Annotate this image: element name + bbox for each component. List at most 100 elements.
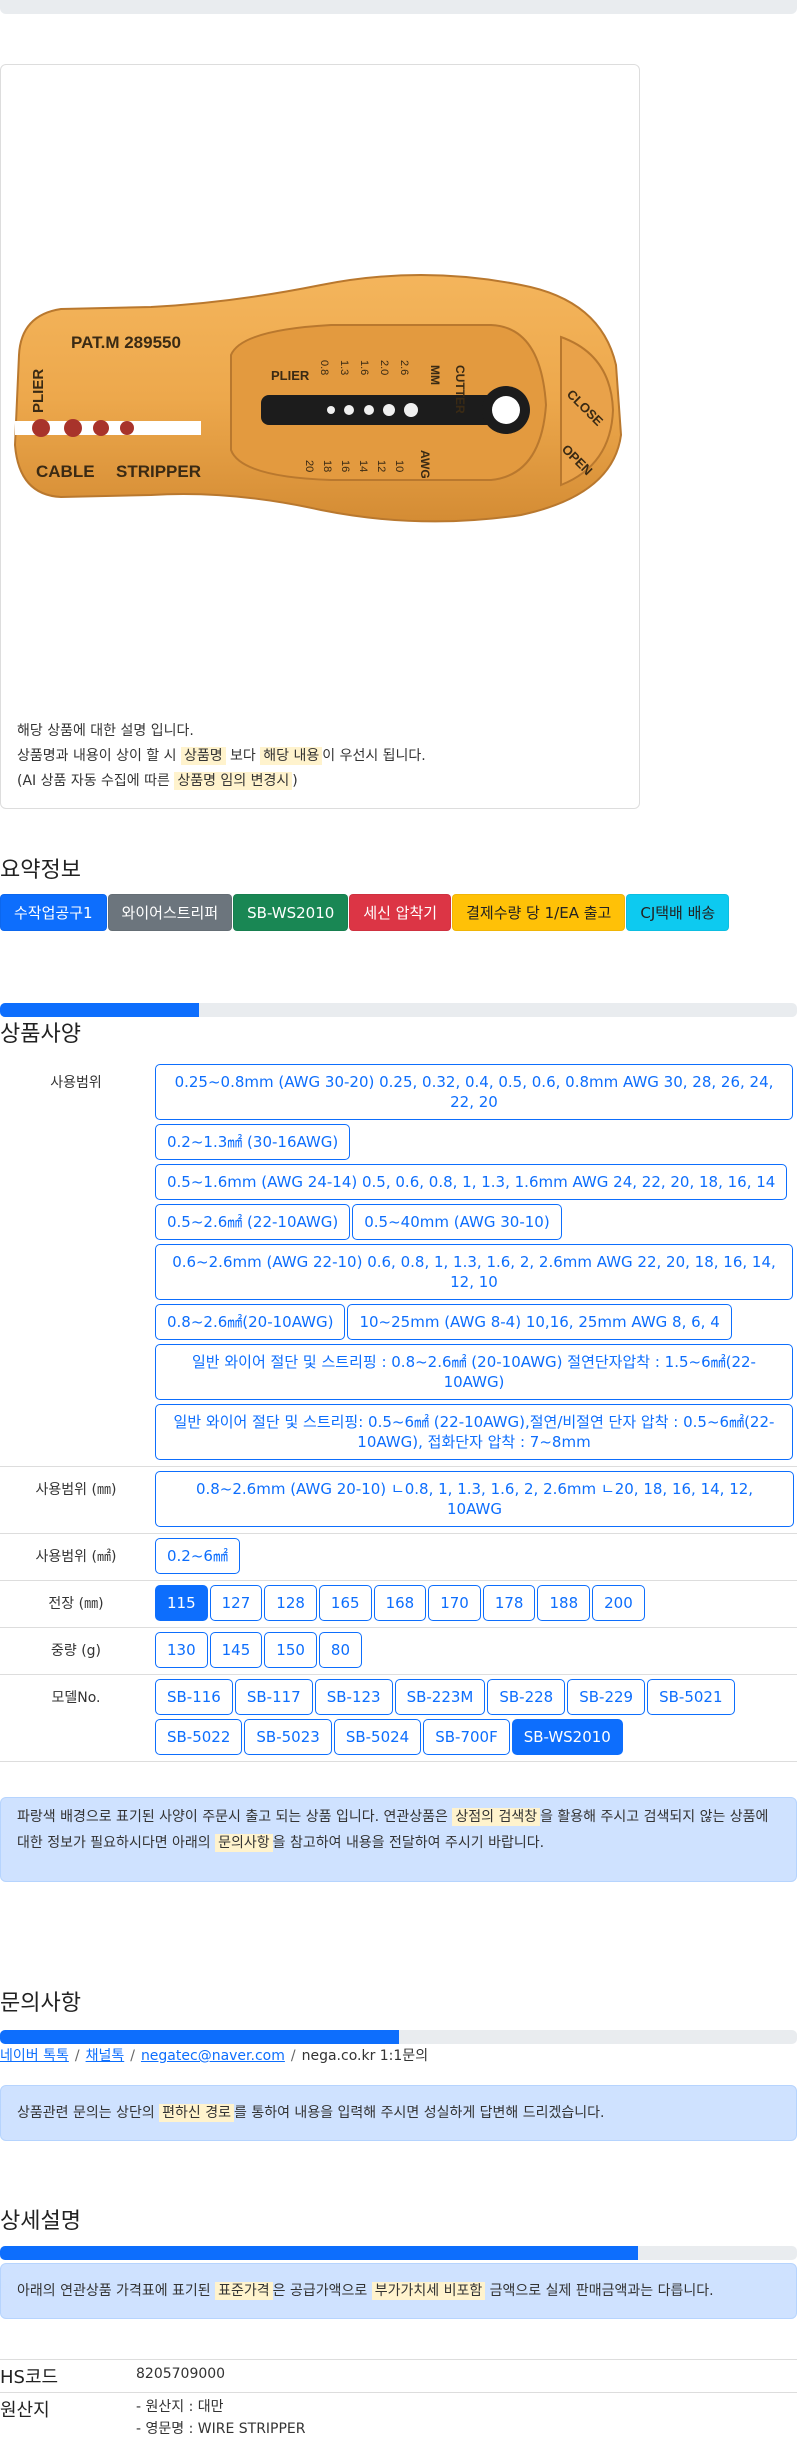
note-text: 파랑색 배경으로 표기된 사양이 주문시 출고 되는 상품 입니다. 연관상품은 — [17, 1809, 453, 1825]
spec-option[interactable]: 0.5~1.6mm (AWG 24-14) 0.5, 0.6, 0.8, 1, … — [155, 1164, 788, 1200]
spec-row: 사용범위 (㎟) 0.2~6㎟ — [0, 1533, 797, 1581]
spec-option[interactable]: 130 — [155, 1632, 208, 1668]
desc-text: 이 우선시 됩니다. — [322, 748, 426, 764]
spec-key: 모델No. — [0, 1674, 152, 1762]
cable-text: CABLE — [36, 462, 95, 481]
spec-option[interactable]: 0.8~2.6㎟(20-10AWG) — [155, 1304, 346, 1340]
spec-option[interactable]: 165 — [318, 1585, 372, 1621]
spec-option[interactable]: SB-700F — [423, 1719, 510, 1755]
spec-title: 상품사양 — [0, 1022, 81, 1047]
spec-option[interactable]: 128 — [264, 1585, 317, 1621]
spec-option[interactable]: SB-123 — [314, 1679, 393, 1715]
summary-title: 요약정보 — [0, 858, 81, 883]
wire-stripper-image: PAT.M 289550 PLIER CABLE STRIPPER PLIER … — [13, 274, 623, 523]
desc-text: 보다 — [225, 748, 261, 764]
spec-option[interactable]: SB-5024 — [333, 1719, 422, 1755]
awg-scale-value: 12 — [375, 460, 387, 472]
origin-english-name: - 영문명 : WIRE STRIPPER — [136, 2421, 306, 2437]
spec-option[interactable]: 일반 와이어 절단 및 스트리핑: 0.5~6㎟ (22-10AWG),절연/비… — [155, 1404, 793, 1460]
spec-values: 115 127 128 165 168 170 178 188 200 — [152, 1580, 797, 1628]
hs-code-value: 8205709000 — [136, 2359, 797, 2393]
channel-talk-link[interactable]: 채널톡 — [86, 2048, 125, 2064]
highlight-product-name: 상품명 — [180, 747, 226, 765]
spec-key: 사용범위 — [0, 1060, 152, 1467]
spec-table: 사용범위 0.25~0.8mm (AWG 30-20) 0.25, 0.32, 0… — [0, 1060, 797, 1762]
spec-row: 모델No. SB-116 SB-117 SB-123 SB-223M SB-228 SB-2… — [0, 1674, 797, 1762]
inquiry-title: 문의사항 — [0, 1991, 81, 2016]
email-link[interactable]: negatec@naver.com — [141, 2048, 285, 2064]
awg-text: AWG — [418, 450, 432, 479]
spec-key: 사용범위 (㎟) — [0, 1533, 152, 1581]
spec-option[interactable]: 0.2~1.3㎟ (30-16AWG) — [155, 1124, 351, 1160]
inquiry-links: 네이버 톡톡 / 채널톡 / negatec@naver.com / nega.co.kr … — [0, 2045, 428, 2065]
detail-progress-bar — [0, 2246, 797, 2260]
mm-scale-value: 1.6 — [358, 360, 370, 375]
spec-option[interactable]: 0.6~2.6mm (AWG 22-10) 0.6, 0.8, 1, 1.3, … — [155, 1244, 793, 1300]
mm-scale-value: 2.0 — [378, 360, 390, 375]
spec-option[interactable]: 127 — [209, 1585, 263, 1621]
awg-scale-value: 10 — [393, 460, 405, 472]
cutter-text: CUTTER — [453, 365, 467, 414]
separator: / — [130, 2048, 135, 2064]
inquiry-note: 상품관련 문의는 상단의 편하신 경로 를 통하여 내용을 입력해 주시면 성실하… — [0, 2085, 797, 2141]
spec-option[interactable]: SB-116 — [155, 1679, 233, 1715]
spec-option[interactable]: 0.5~2.6㎟ (22-10AWG) — [155, 1204, 351, 1240]
mm-text: MM — [428, 365, 442, 385]
origin-value: - 원산지 : 대만 - 영문명 : WIRE STRIPPER — [136, 2392, 797, 2443]
spec-option[interactable]: SB-5023 — [244, 1719, 332, 1755]
awg-scale-value: 18 — [321, 460, 333, 472]
spec-option[interactable]: SB-5021 — [647, 1679, 735, 1715]
top-progress-bar — [0, 0, 797, 14]
spec-key: 중량 (g) — [0, 1627, 152, 1675]
spec-progress-bar — [0, 1003, 797, 1017]
spec-option[interactable]: 0.8~2.6mm (AWG 20-10) ㄴ0.8, 1, 1.3, 1.6,… — [155, 1471, 794, 1527]
spec-note: 파랑색 배경으로 표기된 사양이 주문시 출고 되는 상품 입니다. 연관상품은… — [0, 1797, 797, 1882]
spec-option-selected[interactable]: 115 — [155, 1585, 208, 1621]
description-line-1: 해당 상품에 대한 설명 입니다. — [17, 723, 194, 739]
spec-row: 중량 (g) 130 145 150 80 — [0, 1627, 797, 1675]
spec-option[interactable]: SB-229 — [567, 1679, 646, 1715]
spec-option[interactable]: 200 — [592, 1585, 645, 1621]
spec-option[interactable]: 178 — [482, 1585, 536, 1621]
summary-tag: CJ택배 배송 — [626, 894, 730, 931]
note-text: 상품관련 문의는 상단의 — [17, 2105, 160, 2121]
note-text: 을 참고하여 내용을 전달하여 주시기 바랍니다. — [272, 1835, 545, 1851]
desc-text: 상품명과 내용이 상이 할 시 — [17, 748, 181, 764]
detail-title: 상세설명 — [0, 2209, 81, 2234]
spec-chip-group: 0.25~0.8mm (AWG 30-20) 0.25, 0.32, 0.4, … — [154, 1063, 795, 1463]
spec-chip-group: SB-116 SB-117 SB-123 SB-223M SB-228 SB-229 SB-… — [154, 1678, 795, 1758]
detail-note: 아래의 연관상품 가격표에 표기된 표준가격 은 공급가액으로 부가가치세 비포함… — [0, 2263, 797, 2319]
spec-option[interactable]: SB-117 — [234, 1679, 313, 1715]
product-description: 해당 상품에 대한 설명 입니다. 상품명과 내용이 상이 할 시 상품명 보다… — [17, 719, 426, 794]
spec-option[interactable]: SB-223M — [394, 1679, 486, 1715]
spec-values: SB-116 SB-117 SB-123 SB-223M SB-228 SB-229 SB-… — [152, 1674, 797, 1762]
naver-talk-link[interactable]: 네이버 톡톡 — [0, 2048, 69, 2064]
spec-chip-group: 115 127 128 165 168 170 178 188 200 — [154, 1584, 795, 1624]
spec-option-selected[interactable]: SB-WS2010 — [511, 1719, 623, 1755]
summary-tags: 수작업공구1 와이어스트리퍼 SB-WS2010 세신 압착기 결제수량 당 1/EA … — [0, 894, 730, 931]
spec-option[interactable]: 10~25mm (AWG 8-4) 10,16, 25mm AWG 8, 6, … — [347, 1304, 732, 1340]
spec-values: 130 145 150 80 — [152, 1627, 797, 1675]
separator: / — [74, 2048, 80, 2064]
spec-option[interactable]: 150 — [264, 1632, 317, 1668]
summary-tag: 수작업공구1 — [0, 894, 107, 931]
spec-option[interactable]: 0.5~40mm (AWG 30-10) — [352, 1204, 562, 1240]
desc-text: ) — [292, 773, 298, 789]
spec-option[interactable]: 170 — [428, 1585, 481, 1621]
awg-scale-value: 16 — [339, 460, 351, 472]
spec-option[interactable]: 일반 와이어 절단 및 스트리핑 : 0.8~2.6㎟ (20-10AWG) 절… — [155, 1344, 793, 1400]
spec-option[interactable]: SB-228 — [487, 1679, 566, 1715]
origin-row: 원산지 - 원산지 : 대만 - 영문명 : WIRE STRIPPER — [0, 2392, 797, 2443]
highlight-content: 해당 내용 — [260, 747, 323, 765]
spec-option[interactable]: 0.2~6㎟ — [155, 1538, 240, 1574]
spec-option[interactable]: SB-5022 — [155, 1719, 243, 1755]
spec-option[interactable]: 145 — [209, 1632, 263, 1668]
spec-option[interactable]: 80 — [318, 1632, 363, 1668]
spec-progress-fill — [0, 1003, 200, 1017]
spec-option[interactable]: 188 — [537, 1585, 591, 1621]
description-line-2: 상품명과 내용이 상이 할 시 상품명 보다 해당 내용 이 우선시 됩니다. — [17, 744, 426, 769]
spec-option[interactable]: 168 — [373, 1585, 427, 1621]
mm-scale-value: 0.8 — [318, 360, 330, 375]
site-inquiry-text: nega.co.kr 1:1문의 — [301, 2048, 429, 2064]
spec-option[interactable]: 0.25~0.8mm (AWG 30-20) 0.25, 0.32, 0.4, … — [155, 1064, 793, 1120]
